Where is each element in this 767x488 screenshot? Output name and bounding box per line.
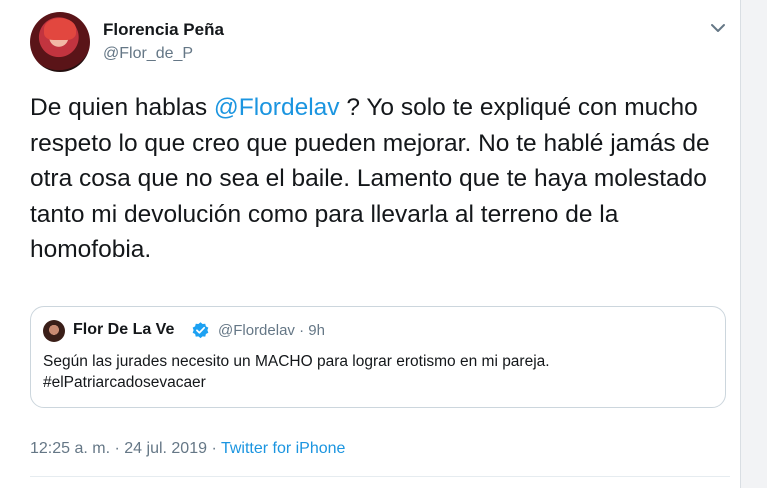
- tweet-text-start: De quien hablas: [30, 94, 214, 121]
- tweet-header: Florencia Peña @Flor_de_P: [30, 12, 730, 72]
- quoted-tweet-header: Flor De La Ve @Flordelav · 9h: [43, 319, 703, 343]
- tweet-card: Florencia Peña @Flor_de_P De quien habla…: [0, 0, 740, 488]
- author-name[interactable]: Florencia Peña: [103, 20, 224, 40]
- tweet-text: De quien hablas @Flordelav ? Yo solo te …: [30, 90, 730, 268]
- chevron-down-icon[interactable]: [708, 18, 728, 38]
- divider: [30, 476, 730, 477]
- verified-badge-icon: [191, 321, 210, 340]
- tweet-meta: 12:25 a. m. · 24 jul. 2019 · Twitter for…: [30, 440, 345, 458]
- tweet-timestamp[interactable]: 12:25 a. m. · 24 jul. 2019 ·: [30, 440, 221, 457]
- quoted-author-avatar: [43, 320, 65, 342]
- quoted-hashtag: #elPatriarcadosevacaer: [43, 374, 206, 391]
- quoted-text-line: Según las jurades necesito un MACHO para…: [43, 353, 550, 370]
- quoted-tweet-text: Según las jurades necesito un MACHO para…: [43, 351, 713, 393]
- quoted-author-name: Flor De La Ve: [73, 321, 175, 338]
- quoted-author-handle: @Flordelav · 9h: [218, 322, 325, 339]
- author-handle[interactable]: @Flor_de_P: [103, 45, 193, 63]
- quoted-tweet[interactable]: Flor De La Ve @Flordelav · 9h Según las …: [30, 306, 726, 408]
- author-avatar[interactable]: [30, 12, 90, 72]
- page-scroll-edge: [740, 0, 767, 488]
- tweet-source-link[interactable]: Twitter for iPhone: [221, 440, 346, 457]
- tweet-mention-link[interactable]: @Flordelav: [214, 94, 340, 121]
